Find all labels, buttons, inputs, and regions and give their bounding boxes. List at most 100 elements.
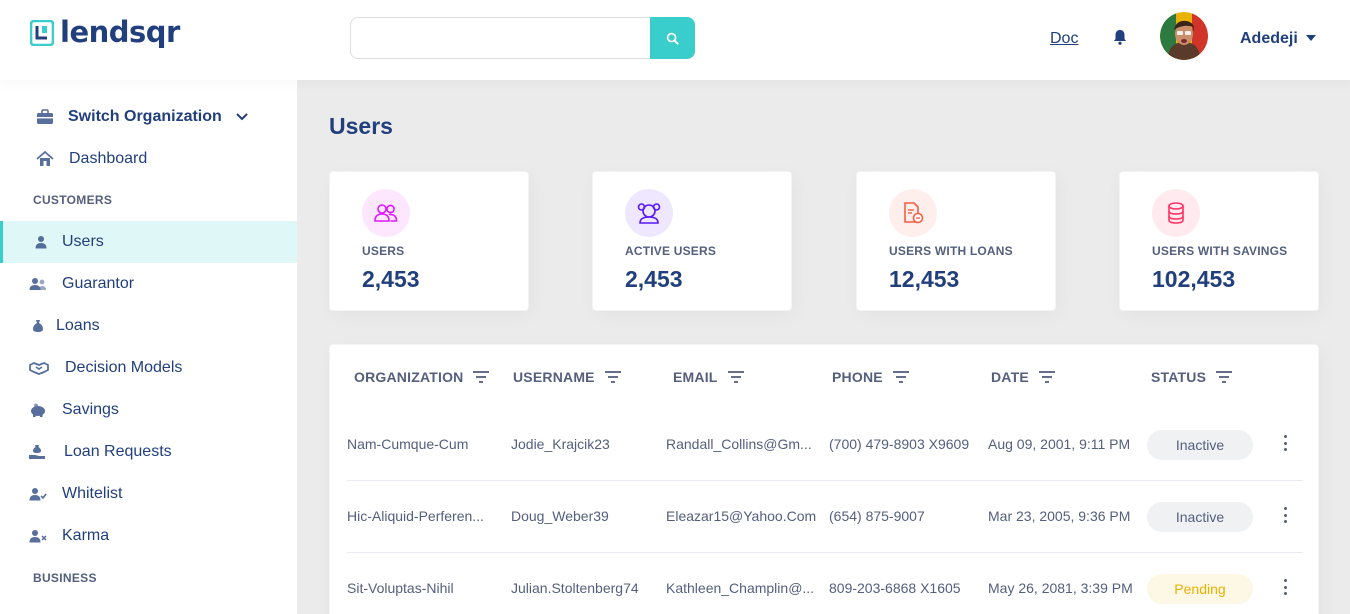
briefcase-icon	[36, 108, 54, 126]
column-header-label: DATE	[991, 369, 1029, 385]
avatar[interactable]	[1160, 12, 1208, 60]
bell-icon[interactable]	[1111, 28, 1129, 46]
cell-date: Mar 23, 2005, 9:36 PM	[988, 508, 1131, 524]
filter-icon[interactable]	[892, 371, 909, 383]
hand-coin-icon	[29, 443, 47, 461]
logo-mark-icon	[30, 19, 54, 46]
user-menu[interactable]: Adedeji	[1240, 30, 1316, 48]
sidebar-item-whitelist[interactable]: Whitelist	[0, 473, 297, 515]
users-icon	[29, 275, 47, 293]
filter-icon[interactable]	[1038, 371, 1055, 383]
column-header-status[interactable]: STATUS	[1151, 369, 1233, 385]
chevron-down-icon	[236, 113, 248, 121]
main-content: Users USERS 2,453 ACTIVE USERS 2,453 USE…	[297, 80, 1350, 614]
column-header-username[interactable]: USERNAME	[513, 369, 621, 385]
users-table: ORGANIZATION USERNAME EMAIL PHONE DATE S…	[329, 344, 1319, 614]
stat-label: USERS	[362, 244, 405, 258]
column-header-phone[interactable]: PHONE	[832, 369, 909, 385]
page-title: Users	[329, 113, 393, 139]
sidebar-item-savings[interactable]: Savings	[0, 389, 297, 431]
sidebar-item-label: Whitelist	[62, 485, 123, 502]
user-check-icon	[29, 485, 47, 503]
cell-date: Aug 09, 2001, 9:11 PM	[988, 436, 1131, 452]
sidebar-item-dashboard[interactable]: Dashboard	[0, 138, 297, 180]
search-input[interactable]	[350, 17, 650, 59]
more-options-icon[interactable]	[1279, 505, 1291, 525]
cell-email: Randall_Collins@Gm...	[666, 436, 812, 452]
user-x-icon	[29, 527, 47, 545]
user-icon	[32, 233, 50, 251]
switch-organization-label: Switch Organization	[68, 108, 222, 125]
handshake-icon	[29, 359, 49, 377]
switch-organization[interactable]: Switch Organization	[0, 96, 297, 138]
logo-text: lendsqr	[60, 15, 180, 49]
filter-icon[interactable]	[473, 371, 490, 383]
cell-username: Jodie_Krajcik23	[511, 436, 610, 452]
column-header-label: STATUS	[1151, 369, 1207, 385]
column-header-label: PHONE	[832, 369, 883, 385]
user-name: Adedeji	[1240, 30, 1298, 47]
search-button[interactable]	[650, 17, 695, 59]
cell-phone: (700) 479-8903 X9609	[829, 436, 970, 452]
cell-organization: Sit-Voluptas-Nihil	[347, 580, 454, 596]
loan-document-icon	[889, 189, 937, 237]
column-header-organization[interactable]: ORGANIZATION	[354, 369, 490, 385]
stat-card-users-with-loans: USERS WITH LOANS 12,453	[856, 171, 1056, 311]
sidebar-item-loans[interactable]: Loans	[0, 305, 297, 347]
column-header-label: ORGANIZATION	[354, 369, 464, 385]
sidebar-item-guarantor[interactable]: Guarantor	[0, 263, 297, 305]
stat-card-active-users: ACTIVE USERS 2,453	[592, 171, 792, 311]
cell-email: Kathleen_Champlin@...	[666, 580, 815, 596]
sidebar-item-label: Users	[62, 233, 104, 250]
logo[interactable]: lendsqr	[30, 18, 180, 47]
search-bar	[350, 17, 695, 59]
cell-username: Julian.Stoltenberg74	[511, 580, 639, 596]
column-header-label: USERNAME	[513, 369, 595, 385]
section-label-customers: CUSTOMERS	[33, 193, 113, 207]
table-row[interactable]: Hic-Aliquid-Perferen... Doug_Weber39 Ele…	[347, 481, 1303, 553]
sidebar-item-label: Loans	[56, 317, 100, 334]
stat-label: USERS WITH LOANS	[889, 244, 1013, 258]
sidebar-item-label: Karma	[62, 527, 110, 544]
stat-card-users: USERS 2,453	[329, 171, 529, 311]
sidebar-item-decision-models[interactable]: Decision Models	[0, 347, 297, 389]
more-options-icon[interactable]	[1279, 577, 1291, 597]
search-icon	[666, 32, 679, 45]
cell-organization: Hic-Aliquid-Perferen...	[347, 508, 484, 524]
top-header: lendsqr Doc Adedeji	[0, 0, 1350, 80]
cell-phone: 809-203-6868 X1605	[829, 580, 961, 596]
sidebar-item-label: Decision Models	[65, 359, 183, 376]
avatar-image	[1160, 12, 1208, 60]
table-row[interactable]: Nam-Cumque-Cum Jodie_Krajcik23 Randall_C…	[347, 409, 1303, 481]
active-users-icon	[625, 189, 673, 237]
cell-organization: Nam-Cumque-Cum	[347, 436, 469, 452]
section-label-business: BUSINESS	[33, 571, 97, 585]
home-icon	[36, 150, 54, 168]
doc-link[interactable]: Doc	[1050, 30, 1078, 48]
status-badge: Inactive	[1147, 502, 1253, 532]
filter-icon[interactable]	[1216, 371, 1233, 383]
stat-value: 2,453	[362, 266, 420, 292]
caret-down-icon	[1305, 34, 1316, 41]
stat-value: 12,453	[889, 266, 960, 292]
filter-icon[interactable]	[727, 371, 744, 383]
table-row[interactable]: Sit-Voluptas-Nihil Julian.Stoltenberg74 …	[347, 553, 1303, 614]
cell-phone: (654) 875-9007	[829, 508, 925, 524]
stat-label: ACTIVE USERS	[625, 244, 717, 258]
column-header-email[interactable]: EMAIL	[673, 369, 744, 385]
sidebar-item-karma[interactable]: Karma	[0, 515, 297, 557]
status-badge: Pending	[1147, 574, 1253, 604]
sidebar-item-loan-requests[interactable]: Loan Requests	[0, 431, 297, 473]
users-icon	[362, 189, 410, 237]
filter-icon[interactable]	[604, 371, 621, 383]
sidebar-item-users[interactable]: Users	[0, 221, 297, 263]
cell-username: Doug_Weber39	[511, 508, 609, 524]
cell-email: Eleazar15@Yahoo.Com	[666, 508, 817, 524]
stat-card-users-with-savings: USERS WITH SAVINGS 102,453	[1119, 171, 1319, 311]
more-options-icon[interactable]	[1279, 433, 1291, 453]
stat-label: USERS WITH SAVINGS	[1152, 244, 1288, 258]
sack-icon	[29, 317, 47, 335]
sidebar: Switch Organization Dashboard CUSTOMERS …	[0, 80, 297, 614]
column-header-date[interactable]: DATE	[991, 369, 1055, 385]
status-badge: Inactive	[1147, 430, 1253, 460]
